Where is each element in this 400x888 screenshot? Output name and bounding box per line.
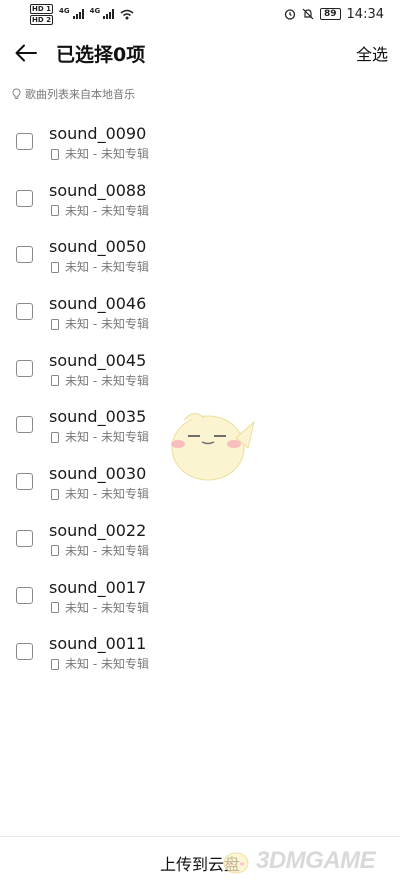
list-item[interactable]: sound_0045 未知 - 未知专辑 [0,340,400,397]
list-item[interactable]: sound_0017 未知 - 未知专辑 [0,567,400,624]
song-subtitle: 未知 - 未知专辑 [65,260,149,275]
song-title: sound_0035 [49,407,147,427]
song-info: sound_0022 未知 - 未知专辑 [49,521,149,559]
list-item[interactable]: sound_0090 未知 - 未知专辑 [0,113,400,170]
status-bar: HD 1 HD 2 4G 4G 89 14:34 [0,0,400,28]
list-item[interactable]: sound_0022 未知 - 未知专辑 [0,510,400,567]
phone-icon [51,488,59,500]
network1-label: 4G [58,7,70,15]
song-meta: 未知 - 未知专辑 [49,316,149,332]
song-checkbox[interactable] [16,529,33,547]
song-checkbox[interactable] [16,133,33,150]
song-info: sound_0090 未知 - 未知专辑 [49,124,149,162]
phone-icon [51,431,59,443]
watermark-text: 3DMGAME [256,847,376,874]
select-all-button[interactable]: 全选 [356,41,388,65]
signal1-icon [72,9,84,19]
phone-icon [51,148,59,160]
phone-icon [51,602,59,613]
sim1-badge: HD 1 [30,3,53,14]
song-subtitle: 未知 - 未知专辑 [65,430,149,445]
song-meta: 未知 - 未知专辑 [49,373,149,389]
song-title: sound_0088 [49,180,147,200]
list-item[interactable]: sound_0088 未知 - 未知专辑 [0,170,400,227]
song-checkbox[interactable] [16,473,33,491]
mute-bell-icon [302,8,314,20]
status-left: HD 1 HD 2 4G 4G [30,3,134,25]
wifi-icon [120,9,134,19]
phone-icon [51,658,59,670]
song-info: sound_0030 未知 - 未知专辑 [49,464,149,502]
page-title: 已选择0项 [56,43,146,66]
song-title: sound_0022 [49,520,147,540]
list-item[interactable]: sound_0011 未知 - 未知专辑 [0,623,400,680]
song-checkbox[interactable] [16,303,33,321]
alarm-icon [284,9,296,20]
song-subtitle: 未知 - 未知专辑 [65,543,149,558]
phone-icon [51,261,59,273]
phone-icon [51,545,59,557]
sim2-badge: HD 2 [30,14,53,25]
song-subtitle: 未知 - 未知专辑 [65,487,149,502]
network2-label: 4G [89,7,101,15]
song-meta: 未知 - 未知专辑 [49,259,149,275]
song-subtitle: 未知 - 未知专辑 [65,657,149,672]
song-info: sound_0011 未知 - 未知专辑 [49,634,149,672]
lightbulb-icon [12,88,21,99]
song-subtitle: 未知 - 未知专辑 [65,203,149,218]
song-info: sound_0045 未知 - 未知专辑 [49,351,149,389]
song-subtitle: 未知 - 未知专辑 [65,373,149,388]
song-meta: 未知 - 未知专辑 [49,543,149,559]
clock: 14:34 [346,6,384,22]
mascot-watermark-icon [171,413,255,481]
song-meta: 未知 - 未知专辑 [49,146,149,162]
song-meta: 未知 - 未知专辑 [49,656,149,672]
song-checkbox[interactable] [16,246,33,264]
song-meta: 未知 - 未知专辑 [49,600,149,616]
song-info: sound_0046 未知 - 未知专辑 [49,294,149,332]
signal2-icon [103,9,115,19]
song-title: sound_0030 [49,464,147,484]
list-item[interactable]: sound_0046 未知 - 未知专辑 [0,283,400,340]
back-button[interactable] [14,41,38,65]
song-checkbox[interactable] [16,586,33,604]
status-right: 89 14:34 [284,7,384,22]
source-hint-text: 歌曲列表来自本地音乐 [25,88,135,101]
song-info: sound_0035 未知 - 未知专辑 [49,407,149,445]
back-arrow-icon [15,44,37,62]
song-info: sound_0050 未知 - 未知专辑 [49,237,149,275]
song-subtitle: 未知 - 未知专辑 [65,147,149,161]
song-info: sound_0017 未知 - 未知专辑 [49,578,149,616]
phone-icon [51,205,59,217]
watermark-logo-icon [223,852,249,874]
song-info: sound_0088 未知 - 未知专辑 [49,181,149,219]
song-meta: 未知 - 未知专辑 [49,429,149,445]
phone-icon [51,375,59,387]
list-item[interactable]: sound_0050 未知 - 未知专辑 [0,226,400,283]
song-title: sound_0011 [49,634,147,654]
song-checkbox[interactable] [16,643,33,661]
phone-icon [51,318,59,330]
song-meta: 未知 - 未知专辑 [49,486,149,502]
song-title: sound_0050 [49,237,147,257]
bottom-divider [0,836,400,837]
song-list: sound_0090 未知 - 未知专辑 sound_0088 未知 - 未知专… [0,113,400,680]
song-subtitle: 未知 - 未知专辑 [65,600,149,615]
song-title: sound_0017 [49,577,147,597]
song-subtitle: 未知 - 未知专辑 [65,317,149,332]
header: 已选择0项 全选 [0,36,400,70]
sim-indicators: HD 1 HD 2 [30,3,53,25]
battery-indicator: 89 [320,8,341,20]
song-title: sound_0046 [49,294,147,314]
site-watermark: 3DMGAME [222,846,376,876]
song-checkbox[interactable] [16,359,33,377]
source-hint: 歌曲列表来自本地音乐 [12,86,135,102]
song-title: sound_0090 [49,124,147,143]
song-title: sound_0045 [49,350,147,370]
song-meta: 未知 - 未知专辑 [49,203,149,219]
song-checkbox[interactable] [16,416,33,434]
song-checkbox[interactable] [16,189,33,207]
